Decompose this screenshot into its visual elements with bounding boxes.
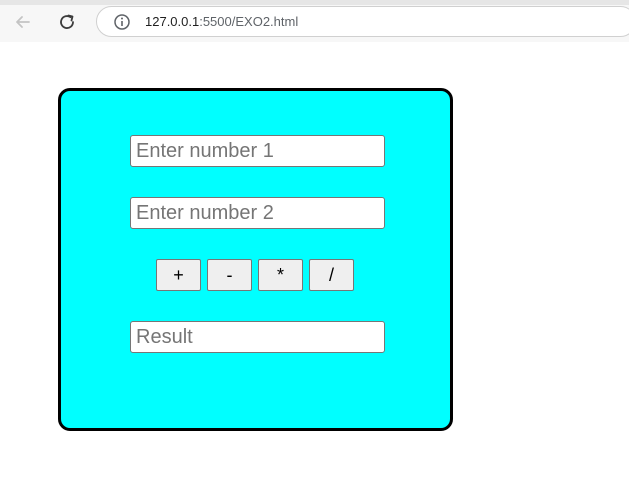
number1-input[interactable] [130, 135, 385, 167]
multiply-button[interactable]: * [258, 259, 303, 291]
browser-toolbar: 127.0.0.1:5500/EXO2.html [0, 0, 629, 42]
number2-input[interactable] [130, 197, 385, 229]
url-host: 127.0.0.1 [145, 14, 200, 29]
reload-icon [60, 14, 74, 29]
page-content: + - * / [0, 42, 629, 485]
back-button[interactable] [10, 9, 36, 35]
tab-strip-edge [0, 0, 629, 5]
calculator-panel: + - * / [58, 88, 453, 431]
divide-button[interactable]: / [309, 259, 354, 291]
url-text[interactable]: 127.0.0.1:5500/EXO2.html [145, 14, 298, 29]
address-bar[interactable]: 127.0.0.1:5500/EXO2.html [96, 6, 629, 37]
info-icon[interactable] [113, 13, 131, 31]
result-field[interactable] [130, 321, 385, 353]
url-path: :5500/EXO2.html [199, 14, 299, 29]
subtract-button[interactable]: - [207, 259, 252, 291]
add-button[interactable]: + [156, 259, 201, 291]
reload-button[interactable] [54, 9, 80, 35]
arrow-left-icon [16, 16, 30, 28]
